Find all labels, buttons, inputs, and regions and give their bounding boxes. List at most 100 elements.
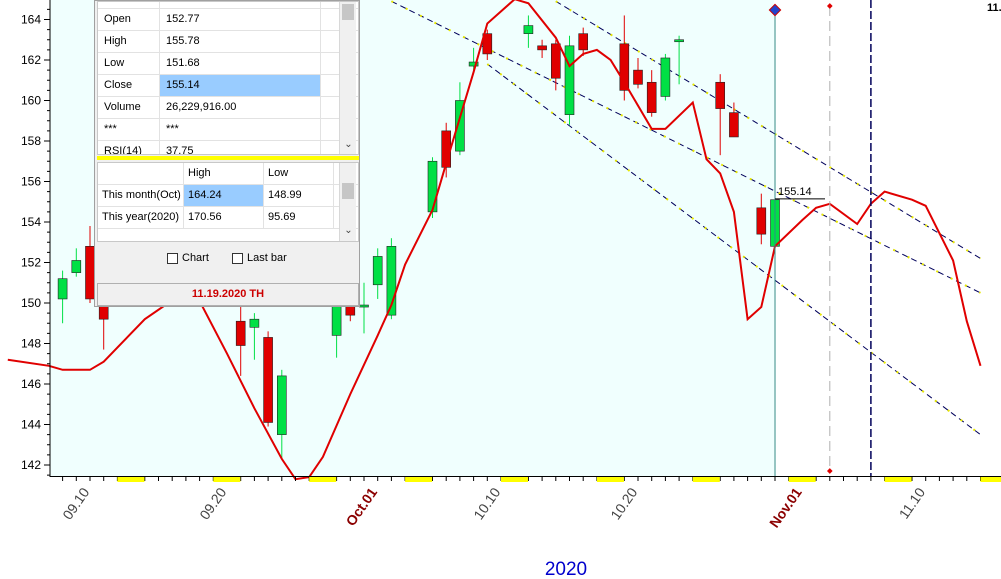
range-row: This month(Oct) 164.24 148.99 bbox=[98, 185, 358, 207]
y-tick-label: 160 bbox=[21, 94, 41, 108]
last-bar-checkbox[interactable]: Last bar bbox=[232, 252, 287, 264]
quote-row: RSI(14) 37.75 bbox=[98, 141, 358, 154]
weekend-band bbox=[980, 477, 1001, 482]
quote-scrollbar[interactable]: ⌄ bbox=[339, 2, 356, 154]
candle-body bbox=[235, 320, 246, 346]
quote-value: 151.68 bbox=[160, 53, 321, 74]
quote-value: 155.14 bbox=[160, 75, 321, 96]
candle-body bbox=[660, 57, 671, 97]
splitter-bar[interactable] bbox=[97, 156, 359, 160]
range-header-blank bbox=[98, 163, 184, 184]
date-display: 11.19.2020 TH bbox=[97, 283, 359, 306]
weekend-band bbox=[405, 477, 433, 482]
candle-body bbox=[359, 304, 369, 308]
candle-body bbox=[427, 160, 438, 213]
quote-info-panel: Open 152.77 High 155.78 Low 151.68 Close 155… bbox=[94, 0, 360, 307]
weekend-band bbox=[692, 477, 720, 482]
candle-body bbox=[729, 112, 739, 138]
last-price-label: 155.14 bbox=[778, 186, 812, 198]
x-tick-label: 10.10 bbox=[470, 484, 503, 522]
quote-table-top-row bbox=[98, 2, 358, 9]
y-tick-label: 144 bbox=[21, 418, 41, 432]
candle-body bbox=[633, 69, 643, 85]
quote-row: Low 151.68 bbox=[98, 53, 358, 75]
range-low: 95.69 bbox=[264, 207, 334, 228]
quote-label: Low bbox=[98, 53, 160, 74]
weekend-band bbox=[596, 477, 624, 482]
y-tick-label: 154 bbox=[21, 215, 41, 229]
weekend-band bbox=[501, 477, 528, 482]
quote-row: Volume 26,229,916.00 bbox=[98, 97, 358, 119]
quote-value: 37.75 bbox=[160, 141, 321, 154]
candle-body bbox=[249, 318, 260, 328]
candle-body bbox=[756, 207, 767, 235]
quote-row: Open 152.77 bbox=[98, 9, 358, 31]
quote-row-selected[interactable]: Close 155.14 bbox=[98, 75, 358, 97]
y-tick-label: 142 bbox=[21, 458, 41, 472]
candle-body bbox=[564, 45, 575, 115]
y-tick-label: 156 bbox=[21, 175, 41, 189]
x-tick-label: 10.20 bbox=[607, 484, 640, 522]
checkbox-box[interactable] bbox=[232, 252, 243, 264]
y-tick-label: 152 bbox=[21, 256, 41, 270]
quote-label: Volume bbox=[98, 97, 160, 118]
chart-checkbox-label: Chart bbox=[182, 252, 209, 264]
candle-body bbox=[715, 81, 726, 109]
quote-value: 155.78 bbox=[160, 31, 321, 52]
weekend-band bbox=[213, 477, 241, 482]
plot-background-right bbox=[774, 0, 1001, 476]
last-bar-checkbox-label: Last bar bbox=[247, 252, 287, 264]
candle-body bbox=[578, 33, 589, 51]
x-tick-label: Nov.01 bbox=[766, 484, 805, 530]
x-tick-label: 09.20 bbox=[196, 484, 229, 522]
x-tick-label: Oct.01 bbox=[342, 484, 380, 528]
y-tick-label: 158 bbox=[21, 134, 41, 148]
scroll-down-icon[interactable]: ⌄ bbox=[340, 225, 357, 236]
range-row: This year(2020) 170.56 95.69 bbox=[98, 207, 358, 229]
scroll-thumb[interactable] bbox=[342, 183, 354, 199]
y-tick-label: 148 bbox=[21, 337, 41, 351]
candle-body bbox=[523, 25, 534, 34]
range-low: 148.99 bbox=[264, 185, 334, 206]
quote-row: *** *** bbox=[98, 119, 358, 141]
quote-label: Close bbox=[98, 75, 160, 96]
candle-body bbox=[372, 256, 383, 286]
range-high: 164.24 bbox=[184, 185, 264, 206]
candle-body bbox=[674, 39, 684, 43]
candle-body bbox=[276, 375, 287, 435]
range-header-low: Low bbox=[264, 163, 334, 184]
checkbox-box[interactable] bbox=[167, 252, 178, 264]
weekend-band bbox=[884, 477, 912, 482]
candle-body bbox=[71, 260, 82, 273]
range-table: High Low This month(Oct) 164.24 148.99 T… bbox=[97, 162, 359, 242]
quote-label: *** bbox=[98, 119, 160, 140]
scroll-down-icon[interactable]: ⌄ bbox=[340, 139, 357, 150]
weekend-band bbox=[788, 477, 816, 482]
quote-label: RSI(14) bbox=[98, 141, 160, 154]
candle-body bbox=[646, 81, 657, 113]
quote-row: High 155.78 bbox=[98, 31, 358, 53]
y-tick-label: 162 bbox=[21, 53, 41, 67]
candle-body bbox=[550, 43, 561, 79]
y-tick-label: 150 bbox=[21, 296, 41, 310]
y-tick-label: 146 bbox=[21, 377, 41, 391]
quote-table: Open 152.77 High 155.78 Low 151.68 Close 155… bbox=[97, 1, 359, 155]
quote-label: Open bbox=[98, 9, 160, 30]
candle-body bbox=[537, 45, 547, 51]
weekend-band bbox=[309, 477, 337, 482]
scroll-thumb[interactable] bbox=[342, 4, 354, 20]
quote-value: *** bbox=[160, 119, 321, 140]
quote-label: High bbox=[98, 31, 160, 52]
chart-checkbox[interactable]: Chart bbox=[167, 252, 209, 264]
quote-value: 152.77 bbox=[160, 9, 321, 30]
range-label: This month(Oct) bbox=[98, 185, 184, 206]
y-tick-label: 164 bbox=[21, 13, 41, 27]
range-scrollbar[interactable]: ⌄ bbox=[339, 163, 356, 241]
corner-label: 11. bbox=[987, 2, 1001, 14]
range-header-high: High bbox=[184, 163, 264, 184]
range-high: 170.56 bbox=[184, 207, 264, 228]
weekend-band bbox=[117, 477, 145, 482]
x-tick-label: 11.10 bbox=[896, 484, 929, 521]
range-label: This year(2020) bbox=[98, 207, 184, 228]
x-tick-label: 09.10 bbox=[59, 484, 92, 522]
